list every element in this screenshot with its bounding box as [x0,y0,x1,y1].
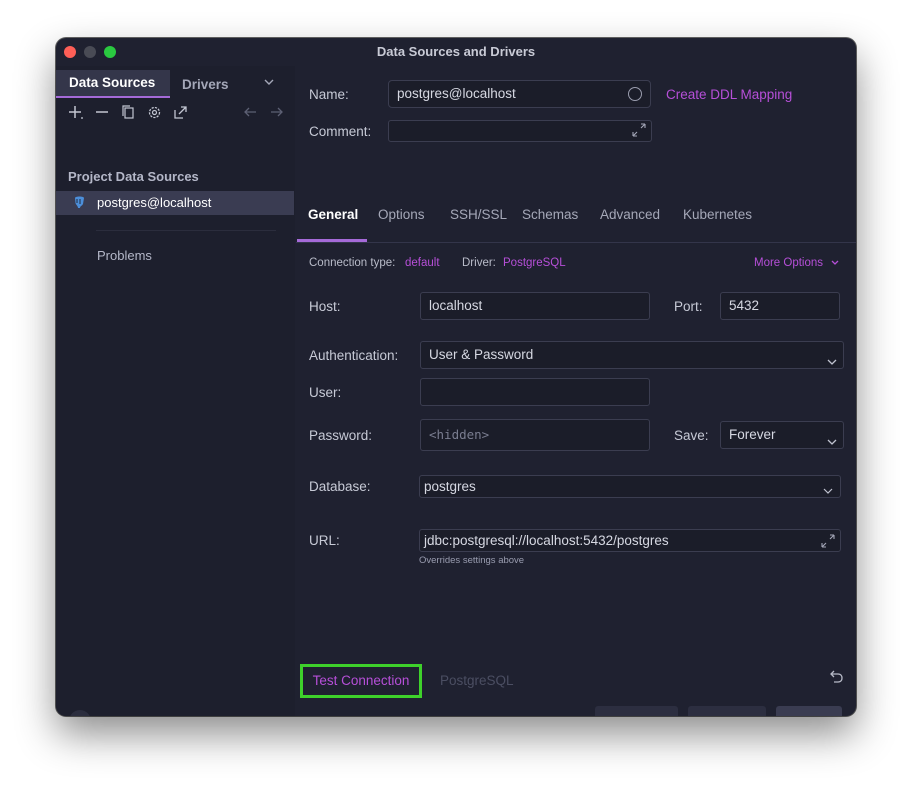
help-button[interactable]: ? [69,710,91,716]
user-label: User: [309,385,342,400]
database-value: postgres [424,479,476,494]
cancel-button[interactable]: CANCEL [595,706,678,716]
chevron-down-icon[interactable] [830,258,840,271]
create-ddl-mapping-link[interactable]: Create DDL Mapping [666,87,792,102]
port-label: Port: [674,299,703,314]
expand-icon[interactable] [821,533,835,554]
save-value: Forever [729,427,776,442]
authentication-select[interactable]: User & Password [420,341,844,369]
authentication-value: User & Password [429,347,534,362]
data-sources-dialog: Data Sources and Drivers Data Sources Dr… [56,38,856,716]
copy-icon[interactable] [121,105,135,125]
open-external-icon[interactable] [173,105,188,125]
tab-general[interactable]: General [308,207,358,222]
url-label: URL: [309,533,340,548]
add-icon[interactable] [68,105,84,125]
undo-icon[interactable] [828,669,844,690]
title-bar: Data Sources and Drivers [56,38,856,66]
connection-type-link[interactable]: default [405,257,440,269]
postgresql-icon [74,196,85,209]
name-field[interactable]: postgres@localhost [388,80,651,108]
chevron-down-icon[interactable] [263,76,275,91]
tree-item-postgres[interactable]: postgres@localhost [56,191,294,215]
database-label: Database: [309,479,371,494]
url-field[interactable]: jdbc:postgresql://localhost:5432/postgre… [419,529,841,552]
url-hint: Overrides settings above [419,555,525,566]
password-field[interactable]: <hidden> [420,419,650,451]
name-value: postgres@localhost [397,86,516,101]
tab-data-sources[interactable]: Data Sources [56,70,170,98]
chevron-down-icon [823,481,833,502]
tab-ssh-ssl[interactable]: SSH/SSL [450,207,507,222]
divider [96,230,276,231]
host-field[interactable]: localhost [420,292,650,320]
ok-button[interactable]: OK [776,706,842,716]
tab-drivers[interactable]: Drivers [182,75,229,101]
apply-button[interactable]: APPLY [688,706,766,716]
driver-label: Driver: [462,257,496,269]
tree-item-label: postgres@localhost [97,195,212,210]
more-options-link[interactable]: More Options [754,257,823,269]
left-panel: Data Sources Drivers Project Data Source… [56,66,295,716]
password-label: Password: [309,428,373,443]
tab-advanced[interactable]: Advanced [600,207,660,222]
comment-field[interactable] [388,120,652,142]
right-panel: Name: postgres@localhost Create DDL Mapp… [296,66,856,716]
url-value: jdbc:postgresql://localhost:5432/postgre… [424,533,669,548]
tab-options[interactable]: Options [378,207,425,222]
port-field[interactable]: 5432 [720,292,840,320]
test-connection-button[interactable]: Test Connection [300,664,422,698]
save-select[interactable]: Forever [720,421,844,449]
driver-name-label: PostgreSQL [440,673,514,688]
chevron-down-icon [827,430,837,456]
authentication-label: Authentication: [309,348,399,363]
comment-label: Comment: [309,124,372,139]
save-label: Save: [674,428,709,443]
back-icon[interactable] [243,105,258,125]
settings-icon[interactable] [147,105,162,125]
name-label: Name: [309,87,349,102]
expand-icon[interactable] [632,123,646,143]
database-select[interactable]: postgres [419,475,841,498]
remove-icon[interactable] [95,105,109,125]
tabs-divider [296,242,856,243]
problems-item[interactable]: Problems [97,248,152,263]
window-title: Data Sources and Drivers [376,44,536,59]
forward-icon[interactable] [269,105,284,125]
connection-type-label: Connection type: [309,257,396,269]
chevron-down-icon [827,350,837,376]
user-field[interactable] [420,378,650,406]
tab-kubernetes[interactable]: Kubernetes [683,207,752,222]
host-label: Host: [309,299,341,314]
driver-link[interactable]: PostgreSQL [503,257,566,269]
tab-schemas[interactable]: Schemas [522,207,578,222]
color-picker-icon[interactable] [628,87,642,101]
section-heading: Project Data Sources [68,169,199,184]
